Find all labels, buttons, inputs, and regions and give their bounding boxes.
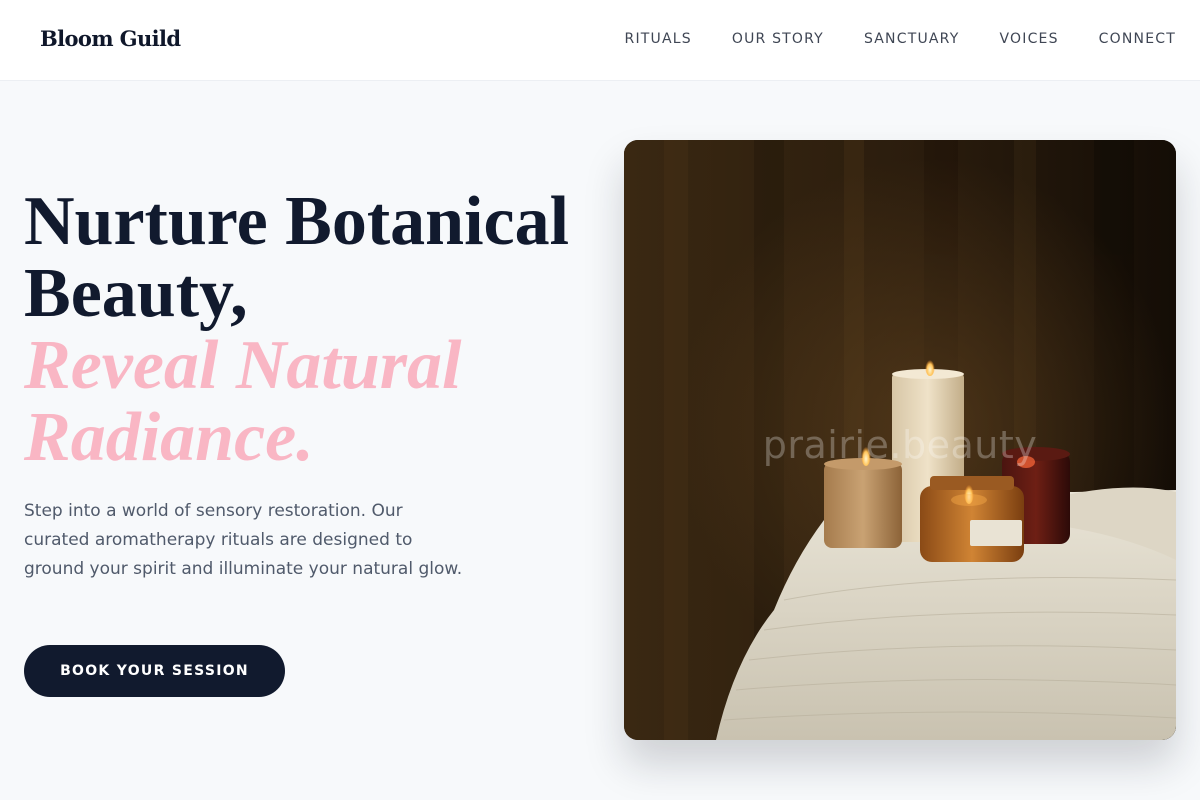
accent-line-2: Radiance. [24, 399, 314, 476]
nav-item-sanctuary[interactable]: SANCTUARY [864, 31, 960, 47]
headline-line-1: Nurture Botanical [24, 183, 570, 260]
hero-image: prairie.beauty [624, 140, 1176, 740]
brand-logo[interactable]: Bloom Guild [40, 26, 181, 51]
hero-description: Step into a world of sensory restoration… [24, 501, 463, 579]
main-nav: RITUALS OUR STORY SANCTUARY VOICES CONNE… [625, 31, 1176, 47]
book-session-button[interactable]: BOOK YOUR SESSION [24, 645, 285, 697]
headline-line-2: Beauty, [24, 255, 248, 332]
site-header: Bloom Guild RITUALS OUR STORY SANCTUARY … [0, 0, 1200, 81]
hero-headline: Nurture Botanical Beauty, Reveal Natural… [24, 186, 569, 474]
nav-item-our-story[interactable]: OUR STORY [732, 31, 824, 47]
accent-line-1: Reveal Natural [24, 327, 462, 404]
nav-item-rituals[interactable]: RITUALS [625, 31, 692, 47]
nav-item-connect[interactable]: CONNECT [1099, 31, 1176, 47]
nav-item-voices[interactable]: VOICES [999, 31, 1058, 47]
image-watermark: prairie.beauty [762, 423, 1038, 467]
